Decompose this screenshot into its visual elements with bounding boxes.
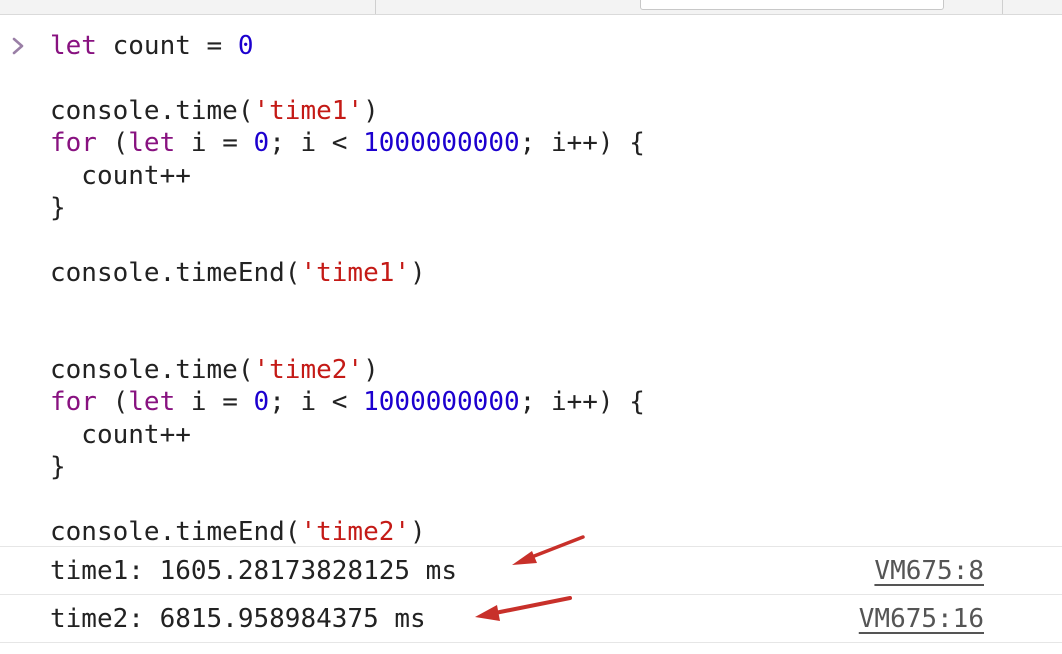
code-text: console.time( bbox=[50, 95, 254, 126]
keyword-token: for bbox=[50, 387, 97, 418]
source-link[interactable]: VM675:8 bbox=[874, 556, 984, 586]
chevron-right-icon[interactable] bbox=[8, 34, 30, 58]
toolbar-divider bbox=[375, 0, 376, 14]
code-text: console.timeEnd( bbox=[50, 517, 301, 548]
number-token: 0 bbox=[253, 128, 270, 159]
number-token: 0 bbox=[253, 387, 270, 418]
code-line: } bbox=[50, 452, 66, 483]
number-token: 1000000000 bbox=[363, 128, 520, 159]
string-token: 'time2' bbox=[253, 355, 364, 386]
code-text: ) bbox=[410, 257, 426, 288]
console-filter-input[interactable] bbox=[640, 0, 944, 10]
keyword-token: let bbox=[128, 387, 176, 418]
console-log-row: time1: 1605.28173828125 ms VM675:8 bbox=[0, 547, 1062, 593]
code-line: } bbox=[50, 193, 66, 224]
log-message: time1: 1605.28173828125 ms bbox=[50, 556, 457, 586]
code-line: count++ bbox=[50, 419, 191, 450]
code-text: ) bbox=[363, 355, 379, 386]
code-text: i = bbox=[175, 387, 254, 418]
code-line: console.timeEnd('time1') bbox=[50, 258, 426, 288]
code-text: ) bbox=[363, 95, 379, 126]
keyword-token: for bbox=[50, 128, 97, 159]
code-line: for (let i = 0; i < 1000000000; i++) { bbox=[50, 128, 645, 158]
toolbar-divider bbox=[1002, 0, 1003, 14]
code-text: ; i < bbox=[269, 387, 364, 418]
console-input-entry: let count = 0 console.time('time1') for … bbox=[0, 14, 1062, 549]
code-text: i = bbox=[175, 128, 254, 159]
code-line: console.timeEnd('time2') bbox=[50, 517, 426, 547]
code-text: ; i < bbox=[269, 128, 364, 159]
code-line: console.time('time2') bbox=[50, 355, 379, 385]
code-line: count++ bbox=[50, 160, 191, 191]
console-row-divider bbox=[0, 642, 1062, 643]
code-line: for (let i = 0; i < 1000000000; i++) { bbox=[50, 387, 645, 417]
code-text: console.time( bbox=[50, 355, 254, 386]
string-token: 'time2' bbox=[300, 517, 411, 548]
console-log-row: time2: 6815.958984375 ms VM675:16 bbox=[0, 595, 1062, 641]
code-line: console.time('time1') bbox=[50, 96, 379, 126]
string-token: 'time1' bbox=[300, 257, 411, 288]
keyword-token: let bbox=[50, 31, 97, 61]
console-code[interactable]: let count = 0 console.time('time1') for … bbox=[50, 30, 645, 549]
number-token: 0 bbox=[237, 31, 254, 61]
string-token: 'time1' bbox=[253, 95, 364, 126]
devtools-top-bar bbox=[0, 0, 1062, 15]
code-text: count = bbox=[96, 31, 238, 61]
keyword-token: let bbox=[128, 128, 176, 159]
code-line: let count = 0 bbox=[50, 31, 254, 61]
log-message: time2: 6815.958984375 ms bbox=[50, 604, 426, 634]
code-text: ; i++) { bbox=[519, 128, 645, 159]
code-text: console.timeEnd( bbox=[50, 257, 301, 288]
code-text: ( bbox=[96, 128, 129, 159]
code-text: ; i++) { bbox=[519, 387, 645, 418]
number-token: 1000000000 bbox=[363, 387, 520, 418]
code-text: ( bbox=[96, 387, 129, 418]
source-link[interactable]: VM675:16 bbox=[859, 604, 984, 634]
code-text: ) bbox=[410, 517, 426, 548]
